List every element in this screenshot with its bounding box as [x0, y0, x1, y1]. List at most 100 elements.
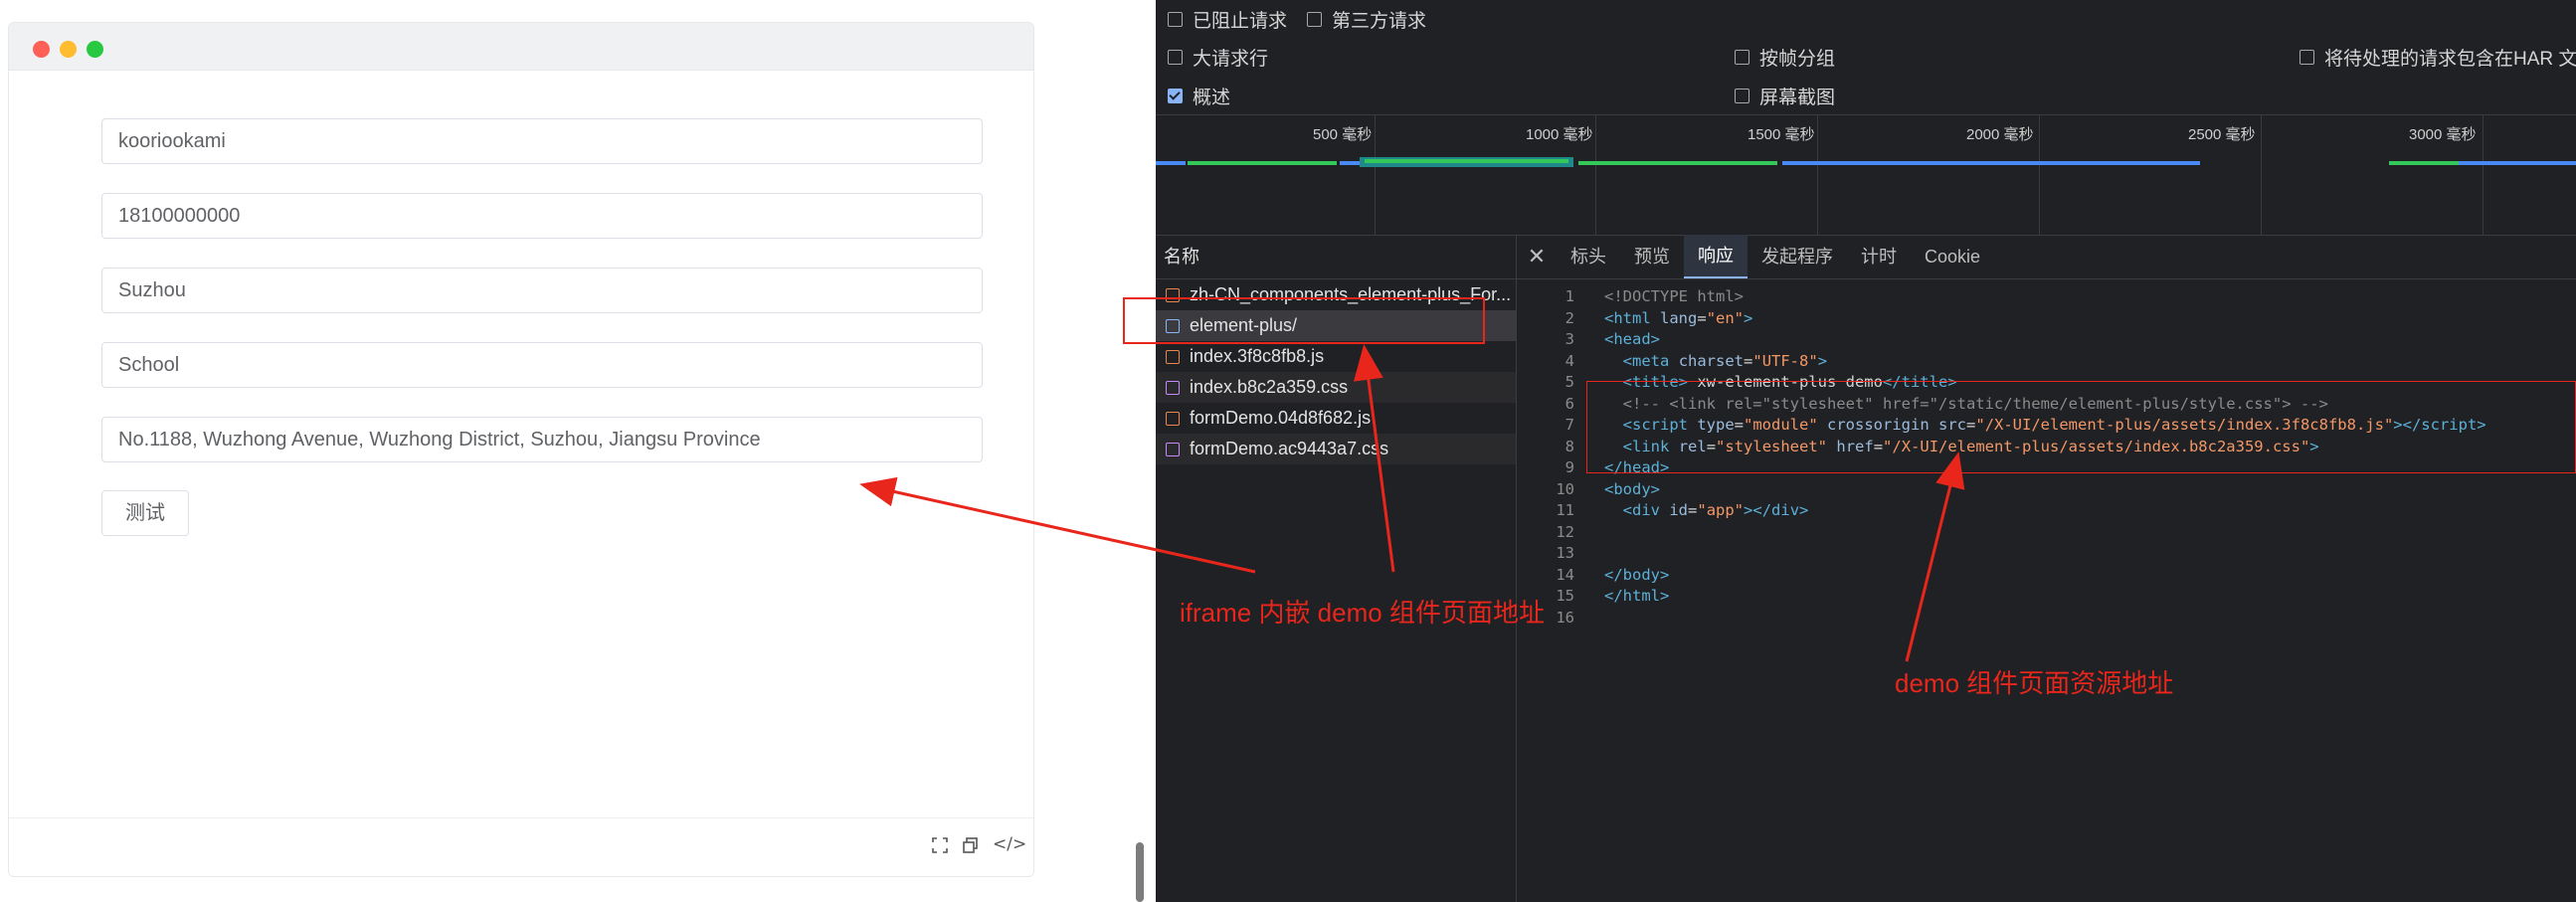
code-line: </body>: [1604, 565, 1670, 584]
overview-checkbox[interactable]: 概述: [1168, 83, 1230, 109]
window-titlebar: [9, 23, 1033, 71]
checkbox-label: 将待处理的请求包含在HAR 文件: [2324, 49, 2576, 70]
detail-tabs: ✕ 标头 预览 响应 发起程序 计时 Cookie: [1517, 235, 2576, 279]
tab-cookie[interactable]: Cookie: [1911, 235, 1994, 278]
checkbox-label: 已阻止请求: [1193, 11, 1288, 32]
checkbox-box[interactable]: [2300, 50, 2314, 65]
school-input[interactable]: School: [101, 342, 983, 388]
checkbox-label: 大请求行: [1193, 49, 1269, 70]
checkbox-box[interactable]: [1168, 12, 1183, 27]
timeline-bar: [2459, 161, 2576, 165]
copy-icon[interactable]: [962, 836, 980, 859]
scrollbar-thumb[interactable]: [1136, 842, 1144, 902]
group-by-frame-checkbox[interactable]: 按帧分组: [1735, 44, 1835, 71]
timeline-overview[interactable]: 500 毫秒 1000 毫秒 1500 毫秒 2000 毫秒 2500 毫秒 3…: [1156, 114, 2576, 236]
code-icon[interactable]: </>: [993, 834, 1026, 854]
timeline-bar: [1340, 161, 1360, 165]
checkbox-box[interactable]: [1307, 12, 1322, 27]
line-number: 5: [1564, 373, 1574, 391]
big-request-rows-checkbox[interactable]: 大请求行: [1168, 44, 1268, 71]
phone-input[interactable]: 18100000000: [101, 193, 983, 239]
code-line: <html lang="en">: [1604, 308, 1753, 327]
tab-response[interactable]: 响应: [1684, 235, 1748, 278]
timeline-bar: [1188, 161, 1337, 165]
tab-timing[interactable]: 计时: [1847, 235, 1911, 278]
checkbox-label: 概述: [1193, 88, 1231, 108]
code-line: <!DOCTYPE html>: [1604, 287, 1744, 305]
request-row[interactable]: index.3f8c8fb8.js: [1156, 341, 1516, 372]
highlight-box-resources: [1586, 381, 2576, 473]
request-row[interactable]: index.b8c2a359.css: [1156, 372, 1516, 403]
close-window-dot[interactable]: [33, 41, 50, 58]
checkbox-box[interactable]: [1168, 50, 1183, 65]
demo-card: kooriookami 18100000000 Suzhou School No…: [8, 22, 1034, 877]
line-number: 4: [1564, 351, 1574, 370]
timeline-tick: [1375, 115, 1376, 235]
timeline-tick-label: 3000 毫秒: [2409, 126, 2477, 143]
har-pending-checkbox[interactable]: 将待处理的请求包含在HAR 文件: [2300, 44, 2576, 71]
checkbox-label: 屏幕截图: [1759, 88, 1836, 108]
line-number: 1: [1564, 287, 1574, 305]
line-number: 9: [1564, 458, 1574, 476]
code-line: <div id="app"></div>: [1622, 501, 1809, 519]
timeline-bar: [1578, 161, 1777, 165]
request-name: formDemo.04d8f682.js: [1190, 408, 1372, 428]
timeline-tick-label: 2000 毫秒: [1966, 126, 2034, 143]
tab-headers[interactable]: 标头: [1557, 235, 1620, 278]
name-input[interactable]: kooriookami: [101, 118, 983, 164]
timeline-tick-label: 1500 毫秒: [1748, 126, 1815, 143]
resource-annotation-label: demo 组件页面资源地址: [1895, 668, 2174, 698]
timeline-bar: [1782, 161, 2200, 165]
timeline-tick: [1817, 115, 1818, 235]
script-file-icon: [1166, 349, 1180, 364]
minimize-window-dot[interactable]: [60, 41, 77, 58]
timeline-bar: [1156, 161, 1186, 165]
fullscreen-icon[interactable]: [931, 836, 949, 859]
blocked-requests-checkbox[interactable]: 已阻止请求: [1168, 6, 1287, 33]
line-number: 2: [1564, 308, 1574, 327]
line-number: 7: [1564, 416, 1574, 434]
line-number: 12: [1556, 522, 1574, 541]
request-name: index.3f8c8fb8.js: [1190, 346, 1325, 366]
line-number: 6: [1564, 394, 1574, 413]
line-number: 13: [1556, 544, 1574, 562]
checkbox-box[interactable]: [1735, 50, 1749, 65]
code-line: <meta charset="UTF-8">: [1622, 351, 1828, 370]
tab-initiator[interactable]: 发起程序: [1748, 235, 1847, 278]
request-name: formDemo.ac9443a7.css: [1190, 439, 1389, 458]
checkbox-label: 按帧分组: [1759, 49, 1836, 70]
timeline-tick-label: 1000 毫秒: [1526, 126, 1593, 143]
request-row[interactable]: formDemo.04d8f682.js: [1156, 403, 1516, 434]
tab-preview[interactable]: 预览: [1620, 235, 1684, 278]
highlight-box-request: [1123, 297, 1485, 344]
line-number: 11: [1556, 501, 1574, 519]
code-line: <head>: [1604, 330, 1660, 348]
checkbox-box[interactable]: [1735, 89, 1749, 103]
request-row[interactable]: formDemo.ac9443a7.css: [1156, 434, 1516, 464]
screenshots-checkbox[interactable]: 屏幕截图: [1735, 83, 1835, 109]
timeline-tick-label: 2500 毫秒: [2188, 126, 2256, 143]
line-number: 8: [1564, 437, 1574, 455]
code-line: </html>: [1604, 587, 1670, 605]
maximize-window-dot[interactable]: [87, 41, 103, 58]
stylesheet-file-icon: [1166, 442, 1180, 456]
script-file-icon: [1166, 411, 1180, 426]
checkbox-box[interactable]: [1168, 89, 1183, 103]
request-name: index.b8c2a359.css: [1190, 377, 1349, 397]
city-input[interactable]: Suzhou: [101, 268, 983, 313]
name-column-header[interactable]: 名称: [1156, 235, 1516, 279]
demo-page: kooriookami 18100000000 Suzhou School No…: [0, 0, 1154, 902]
demo-footer: </>: [9, 817, 1033, 876]
iframe-annotation-label: iframe 内嵌 demo 组件页面地址: [1180, 598, 1545, 628]
stylesheet-file-icon: [1166, 380, 1180, 395]
timeline-tick: [2039, 115, 2040, 235]
timeline-tick-label: 500 毫秒: [1313, 126, 1373, 143]
third-party-checkbox[interactable]: 第三方请求: [1307, 6, 1426, 33]
timeline-bar: [1365, 159, 1568, 163]
timeline-tick: [2483, 115, 2484, 235]
line-number: 3: [1564, 330, 1574, 348]
timeline-tick: [1595, 115, 1596, 235]
close-icon[interactable]: ✕: [1517, 245, 1557, 270]
address-input[interactable]: No.1188, Wuzhong Avenue, Wuzhong Distric…: [101, 417, 983, 462]
test-button[interactable]: 测试: [101, 490, 189, 536]
